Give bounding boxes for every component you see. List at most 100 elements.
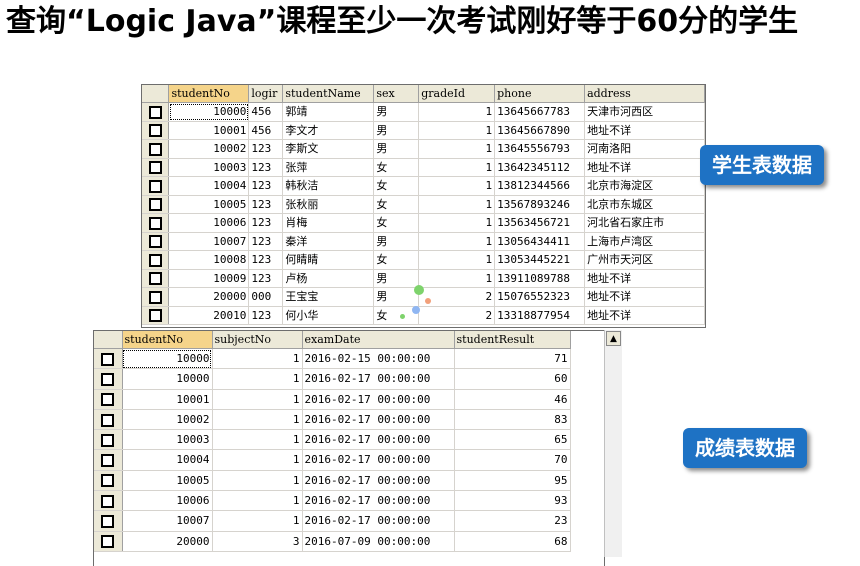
table-cell[interactable]: 10003 [122, 429, 213, 451]
table-cell[interactable]: 2016-02-17 00:00:00 [302, 470, 455, 492]
table-row[interactable]: 10006 123 肖梅女 1 13563456721 河北省石家庄市 [142, 213, 705, 233]
table-cell[interactable]: 123 [248, 250, 284, 270]
table-cell[interactable]: 123 [248, 232, 284, 251]
row-checkbox[interactable] [142, 195, 170, 214]
table-cell[interactable]: 女 [373, 195, 420, 214]
table-cell[interactable]: 10000 [168, 102, 250, 122]
table-cell[interactable]: 123 [248, 306, 284, 325]
table-cell[interactable]: 1 [418, 213, 496, 233]
col-header-gradeid[interactable]: gradeId [418, 85, 496, 103]
table-cell[interactable]: 女 [373, 213, 420, 233]
table-cell[interactable]: 2016-02-17 00:00:00 [302, 449, 455, 471]
table-cell[interactable]: 2016-02-15 00:00:00 [302, 348, 455, 370]
table-cell[interactable]: 2016-07-09 00:00:00 [302, 531, 455, 552]
table-cell[interactable]: 张萍 [282, 158, 375, 177]
table-cell[interactable]: 女 [373, 250, 420, 270]
table-cell[interactable]: 1 [212, 409, 303, 431]
col-header-sex[interactable]: sex [373, 85, 420, 103]
col-header-phone[interactable]: phone [494, 85, 586, 103]
table-row[interactable]: 10007 123 秦洋男 1 13056434411 上海市卢湾区 [142, 232, 705, 251]
table-row[interactable]: 10000 456 郭靖男 1 13645667783 天津市河西区 [142, 102, 705, 122]
table-cell[interactable]: 女 [373, 176, 420, 196]
table-cell[interactable]: 83 [454, 409, 571, 431]
table-cell[interactable]: 女 [373, 158, 420, 177]
checkbox-icon[interactable] [101, 515, 115, 529]
table-cell[interactable]: 13812344566 [494, 176, 586, 196]
table-cell[interactable]: 123 [248, 195, 284, 214]
table-cell[interactable]: 20000 [122, 531, 213, 552]
table-cell[interactable]: 13567893246 [494, 195, 586, 214]
table-cell[interactable]: 1 [418, 139, 496, 159]
table-cell[interactable]: 男 [373, 287, 420, 307]
table-cell[interactable]: 1 [212, 510, 303, 532]
col-header-subjectno[interactable]: subjectNo [212, 331, 303, 349]
checkbox-icon[interactable] [148, 272, 162, 286]
table-cell[interactable]: 地址不详 [584, 121, 705, 140]
table-row[interactable]: 10006 1 2016-02-17 00:00:00 93 [94, 490, 571, 512]
row-checkbox[interactable] [142, 269, 170, 288]
checkbox-icon[interactable] [148, 253, 162, 267]
checkbox-icon[interactable] [148, 216, 162, 230]
checkbox-icon[interactable] [148, 105, 162, 119]
checkbox-icon[interactable] [101, 372, 115, 386]
checkbox-icon[interactable] [148, 290, 162, 304]
table-cell[interactable]: 10001 [122, 389, 213, 410]
table-cell[interactable]: 2 [418, 287, 496, 307]
row-checkbox[interactable] [94, 449, 123, 471]
checkbox-icon[interactable] [101, 494, 115, 508]
row-checkbox[interactable] [94, 531, 123, 552]
checkbox-icon[interactable] [101, 474, 115, 488]
table-cell[interactable]: 15076552323 [494, 287, 586, 307]
table-row[interactable]: 10008 123 何睛睛女 1 13053445221 广州市天河区 [142, 250, 705, 270]
table-cell[interactable]: 张秋丽 [282, 195, 375, 214]
checkbox-icon[interactable] [148, 198, 162, 212]
table-cell[interactable]: 2016-02-17 00:00:00 [302, 389, 455, 410]
table-row[interactable]: 20010 123 何小华女 2 13318877954 地址不详 [142, 306, 705, 325]
table-cell[interactable]: 46 [454, 389, 571, 410]
col-header-studentno[interactable]: studentNo [168, 85, 250, 103]
table-cell[interactable]: 13318877954 [494, 306, 586, 325]
table-row[interactable]: 10002 1 2016-02-17 00:00:00 83 [94, 409, 571, 431]
table-row[interactable]: 10004 1 2016-02-17 00:00:00 70 [94, 449, 571, 471]
table-cell[interactable]: 1 [212, 368, 303, 390]
col-header-studentresult[interactable]: studentResult [454, 331, 571, 349]
table-row[interactable]: 10007 1 2016-02-17 00:00:00 23 [94, 510, 571, 532]
table-cell[interactable]: 何小华 [282, 306, 375, 325]
row-checkbox[interactable] [142, 121, 170, 140]
table-cell[interactable]: 1 [418, 158, 496, 177]
table-cell[interactable]: 广州市天河区 [584, 250, 705, 270]
row-checkbox[interactable] [94, 348, 123, 370]
table-row[interactable]: 10009 123 卢杨男 1 13911089788 地址不详 [142, 269, 705, 288]
table-cell[interactable]: 10006 [122, 490, 213, 512]
table-cell[interactable]: 10004 [122, 449, 213, 471]
table-cell[interactable]: 地址不详 [584, 269, 705, 288]
row-checkbox[interactable] [142, 287, 170, 307]
table-cell[interactable]: 123 [248, 139, 284, 159]
table-cell[interactable]: 北京市东城区 [584, 195, 705, 214]
table-cell[interactable]: 1 [418, 121, 496, 140]
row-checkbox[interactable] [142, 306, 170, 325]
table-cell[interactable]: 肖梅 [282, 213, 375, 233]
table-cell[interactable]: 10007 [168, 232, 250, 251]
checkbox-icon[interactable] [101, 535, 115, 549]
table-cell[interactable]: 123 [248, 158, 284, 177]
table-cell[interactable]: 上海市卢湾区 [584, 232, 705, 251]
table-cell[interactable]: 20010 [168, 306, 250, 325]
table-cell[interactable]: 10002 [168, 139, 250, 159]
table-cell[interactable]: 男 [373, 232, 420, 251]
table-cell[interactable]: 地址不详 [584, 287, 705, 307]
table-cell[interactable]: 13645667890 [494, 121, 586, 140]
checkbox-icon[interactable] [101, 413, 115, 427]
table-cell[interactable]: 10006 [168, 213, 250, 233]
table-cell[interactable]: 456 [248, 102, 284, 122]
table-cell[interactable]: 1 [212, 429, 303, 451]
table-cell[interactable]: 地址不详 [584, 158, 705, 177]
table-cell[interactable]: 13053445221 [494, 250, 586, 270]
row-checkbox[interactable] [142, 232, 170, 251]
row-checkbox[interactable] [94, 409, 123, 431]
table-cell[interactable]: 王宝宝 [282, 287, 375, 307]
table-row[interactable]: 10005 123 张秋丽女 1 13567893246 北京市东城区 [142, 195, 705, 214]
table-cell[interactable]: 韩秋洁 [282, 176, 375, 196]
row-checkbox[interactable] [94, 389, 123, 410]
table-cell[interactable]: 60 [454, 368, 571, 390]
